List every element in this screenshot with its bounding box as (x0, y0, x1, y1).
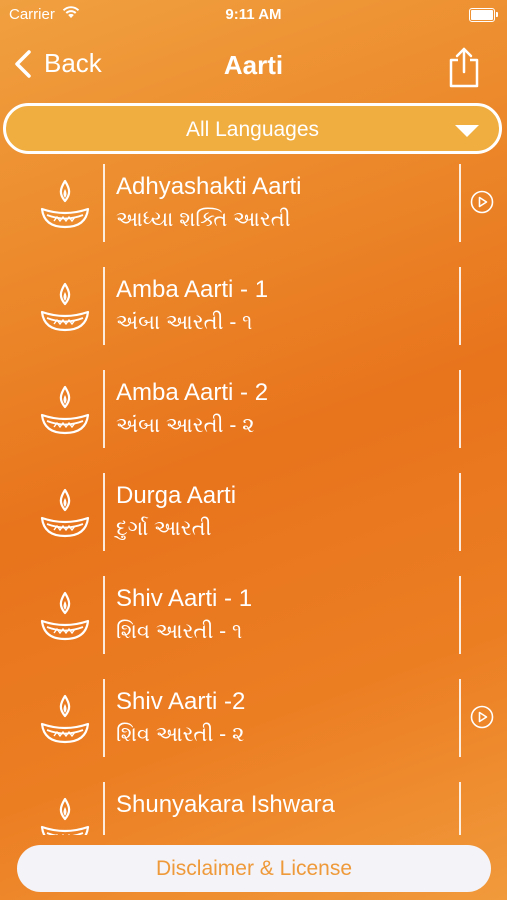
aarti-title-gujarati: આધ્યા શક્તિ આરતી (116, 208, 291, 231)
divider (459, 164, 461, 242)
list-item[interactable]: Amba Aarti - 1 અંબા આરતી - ૧ (0, 263, 507, 366)
battery-icon (469, 8, 498, 22)
language-dropdown[interactable]: All Languages (3, 103, 502, 154)
aarti-title-english: Shiv Aarti -2 (116, 688, 246, 715)
aarti-title-english: Shiv Aarti - 1 (116, 585, 253, 612)
divider (103, 679, 105, 757)
list-item[interactable]: Shiv Aarti - 1 શિવ આરતી - ૧ (0, 572, 507, 675)
share-icon (447, 47, 481, 92)
divider (103, 267, 105, 345)
aarti-title-gujarati: શિવ આરતી - ૧ (116, 620, 243, 643)
diya-lamp-icon (38, 692, 92, 755)
aarti-title-english: Adhyashakti Aarti (116, 173, 302, 200)
divider (459, 782, 461, 835)
play-icon[interactable] (470, 705, 494, 729)
aarti-list[interactable]: Adhyashakti Aarti આધ્યા શક્તિ આરતી Amba … (0, 160, 507, 835)
status-bar: Carrier 9:11 AM (0, 0, 507, 30)
diya-lamp-icon (38, 177, 92, 240)
divider (103, 576, 105, 654)
divider (459, 679, 461, 757)
list-item[interactable]: Shiv Aarti -2 શિવ આરતી - ૨ (0, 675, 507, 778)
divider (103, 370, 105, 448)
list-item[interactable]: Durga Aarti દુર્ગા આરતી (0, 469, 507, 572)
aarti-title-gujarati: અંબા આરતી - ૧ (116, 311, 253, 334)
clock: 9:11 AM (225, 6, 282, 23)
diya-lamp-icon (38, 795, 92, 835)
aarti-title-english: Shunyakara Ishwara (116, 791, 335, 818)
aarti-title-gujarati: અંબા આરતી - ૨ (116, 414, 255, 437)
navigation-bar: Back Aarti (0, 40, 507, 96)
disclaimer-label: Disclaimer & License (155, 857, 353, 880)
list-item[interactable]: Shunyakara Ishwara (0, 778, 507, 835)
divider (103, 473, 105, 551)
diya-lamp-icon (38, 486, 92, 549)
aarti-title-gujarati: શિવ આરતી - ૨ (116, 723, 245, 746)
list-item[interactable]: Adhyashakti Aarti આધ્યા શક્તિ આરતી (0, 160, 507, 263)
language-selected-value: All Languages (185, 118, 320, 141)
aarti-title-english: Durga Aarti (116, 482, 237, 509)
divider (459, 473, 461, 551)
aarti-title-english: Amba Aarti - 2 (116, 379, 269, 406)
caret-down-icon (455, 125, 479, 137)
play-icon[interactable] (470, 190, 494, 214)
disclaimer-button[interactable]: Disclaimer & License (17, 845, 491, 892)
diya-lamp-icon (38, 383, 92, 446)
diya-lamp-icon (38, 280, 92, 343)
share-button[interactable] (447, 46, 481, 93)
divider (459, 370, 461, 448)
list-item[interactable]: Amba Aarti - 2 અંબા આરતી - ૨ (0, 366, 507, 469)
divider (103, 782, 105, 835)
divider (103, 164, 105, 242)
divider (459, 576, 461, 654)
divider (459, 267, 461, 345)
aarti-title-gujarati: દુર્ગા આરતી (116, 517, 212, 540)
diya-lamp-icon (38, 589, 92, 652)
aarti-title-english: Amba Aarti - 1 (116, 276, 269, 303)
page-title: Aarti (223, 50, 284, 80)
